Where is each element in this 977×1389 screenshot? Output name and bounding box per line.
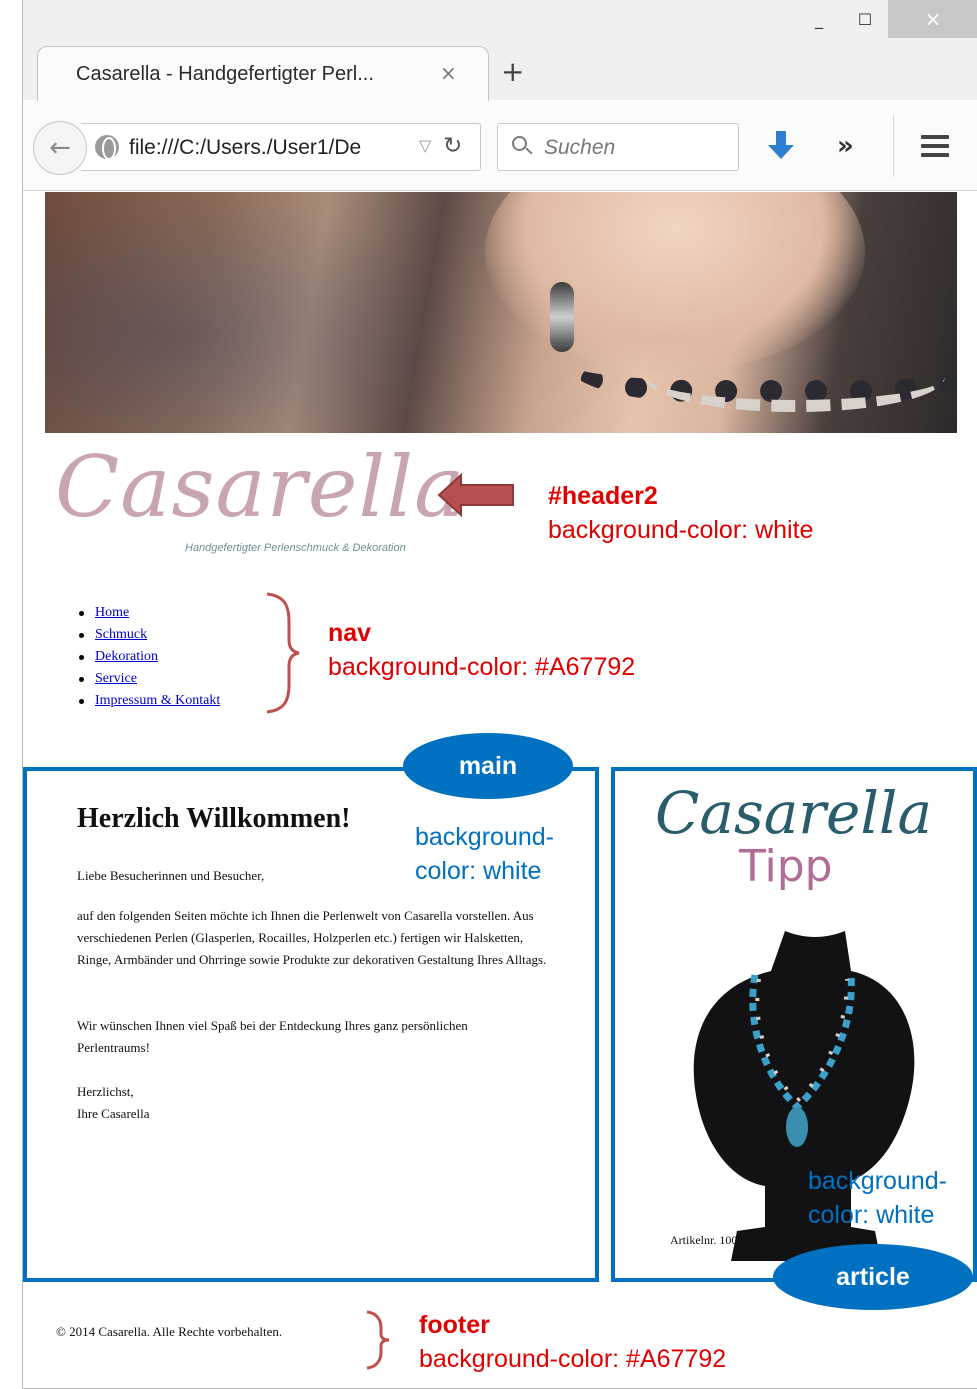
article-pill-label: article (773, 1244, 973, 1310)
annotation-arrow-icon (437, 473, 514, 517)
header2-annotation-style: background-color: white (548, 516, 814, 544)
nav-item-impressum[interactable]: Impressum & Kontakt (75, 690, 220, 712)
header2-annotation-selector: #header2 (548, 482, 658, 510)
nav-brace-icon (266, 592, 300, 714)
banner-necklace-beads (645, 342, 945, 412)
search-input[interactable]: Suchen (497, 123, 739, 171)
nav-item-home[interactable]: Home (75, 602, 220, 624)
main-intro-paragraph: auf den folgenden Seiten möchte ich Ihne… (77, 908, 547, 967)
footer-text: © 2014 Casarella. Alle Rechte vorbehalte… (56, 1324, 283, 1339)
nav-link-home[interactable]: Home (95, 605, 129, 620)
tipp-logo: Casarella (655, 779, 933, 847)
browser-tab[interactable]: Casarella - Handgefertigter Perl... × (37, 46, 489, 102)
search-icon (512, 136, 527, 151)
search-placeholder: Suchen (544, 136, 616, 159)
casarella-logo: Casarella (55, 438, 466, 536)
banner-earring (550, 282, 574, 352)
nav-annotation-style: background-color: #A67792 (328, 653, 636, 681)
main-signoff: Herzlichst, (77, 1084, 134, 1099)
main-signature: Ihre Casarella (77, 1106, 150, 1121)
nav-menu: Home Schmuck Dekoration Service Impressu… (75, 602, 220, 712)
header2-annotation: #header2 background-color: white (548, 479, 813, 547)
main-heading: Herzlich Willkommen! (77, 803, 351, 834)
banner-shade (45, 192, 465, 433)
footer-annotation-style: background-color: #A67792 (419, 1345, 727, 1373)
main-pill-label: main (403, 733, 573, 799)
close-window-button[interactable]: × (888, 0, 977, 38)
footer-brace-icon (366, 1310, 390, 1370)
footer-annotation-selector: footer (419, 1311, 490, 1339)
nav-link-schmuck[interactable]: Schmuck (95, 627, 147, 642)
toolbar-divider (893, 115, 894, 177)
overflow-icon[interactable]: » (837, 131, 854, 161)
tipp-label: Tipp (739, 841, 833, 892)
footer-annotation: footer background-color: #A67792 (419, 1308, 726, 1376)
nav-link-service[interactable]: Service (95, 671, 137, 686)
menu-icon[interactable] (921, 135, 949, 157)
new-tab-button[interactable]: + (501, 58, 524, 86)
browser-window: Casarella - Handgefertigter Perl... × + … (22, 0, 977, 1389)
article-annotation: background- color: white (808, 1164, 947, 1232)
nav-link-dekoration[interactable]: Dekoration (95, 649, 158, 664)
logo-tagline: Handgefertigter Perlenschmuck & Dekorati… (185, 542, 406, 554)
window-controls: _ ☐ × (796, 0, 977, 44)
article-number: Artikelnr. 1004 (670, 1233, 744, 1247)
url-text[interactable]: file:///C:/Users./User1/De (129, 136, 429, 160)
url-bar[interactable]: file:///C:/Users./User1/De ▽ ↻ (81, 123, 481, 171)
page-content: Casarella Handgefertigter Perlenschmuck … (23, 192, 977, 1388)
tab-title: Casarella - Handgefertigter Perl... (76, 63, 374, 85)
main-wish-paragraph: Wir wünschen Ihnen viel Spaß bei der Ent… (77, 1018, 468, 1055)
nav-annotation: nav background-color: #A67792 (328, 616, 635, 684)
reload-icon[interactable]: ↻ (443, 133, 462, 159)
navigation-toolbar: file:///C:/Users./User1/De ▽ ↻ ← Suchen … (23, 101, 977, 191)
back-button[interactable]: ← (33, 121, 87, 175)
back-arrow-icon: ← (49, 133, 71, 163)
minimize-button[interactable]: _ (796, 0, 842, 38)
title-bar: Casarella - Handgefertigter Perl... × + … (23, 0, 977, 102)
download-icon[interactable] (768, 131, 794, 161)
header-banner-image (45, 192, 957, 433)
main-annotation-line1: background- (415, 823, 554, 851)
nav-item-schmuck[interactable]: Schmuck (75, 624, 220, 646)
nav-item-dekoration[interactable]: Dekoration (75, 646, 220, 668)
nav-item-service[interactable]: Service (75, 668, 220, 690)
article-annotation-line1: background- (808, 1167, 947, 1195)
article-annotation-line2: color: white (808, 1201, 935, 1229)
tab-close-icon[interactable]: × (440, 61, 457, 85)
main-annotation: background- color: white (415, 820, 554, 888)
main-annotation-line2: color: white (415, 857, 542, 885)
nav-annotation-selector: nav (328, 619, 372, 647)
nav-link-impressum[interactable]: Impressum & Kontakt (95, 693, 220, 708)
globe-icon[interactable] (95, 135, 119, 160)
dropdown-icon[interactable]: ▽ (419, 136, 431, 155)
maximize-button[interactable]: ☐ (842, 0, 888, 38)
